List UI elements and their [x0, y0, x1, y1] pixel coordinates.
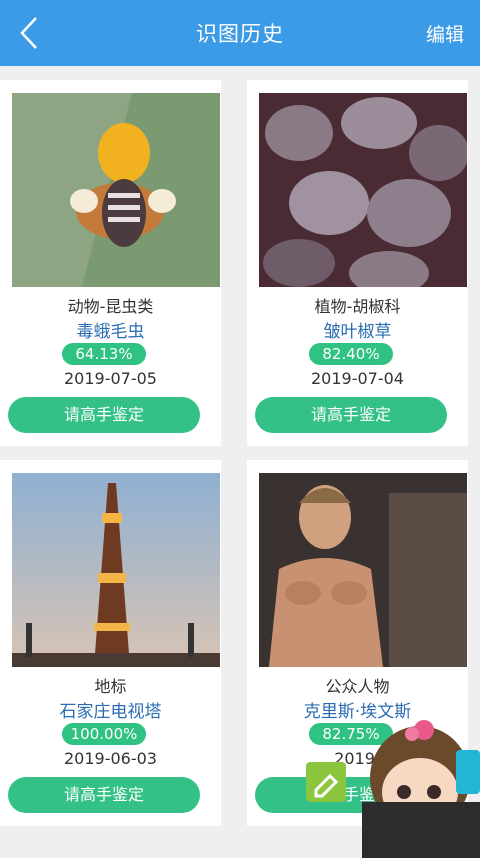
scan-icon[interactable] — [456, 750, 480, 794]
card-category: 植物-胡椒科 — [314, 297, 401, 316]
floating-mascot-widget[interactable] — [300, 710, 480, 858]
request-expert-button[interactable]: 请高手鉴定 — [8, 397, 200, 433]
history-card[interactable]: 地标 石家庄电视塔 100.00% 2019-06-03 请高手鉴定 — [0, 460, 221, 826]
tower-photo — [12, 473, 220, 667]
card-category: 地标 — [94, 677, 127, 696]
history-card[interactable]: 植物-胡椒科 皱叶椒草 82.40% 2019-07-04 请高手鉴定 — [247, 80, 468, 446]
confidence-badge: 100.00% — [62, 723, 146, 745]
card-category: 公众人物 — [325, 677, 390, 696]
plant-photo — [259, 93, 467, 287]
caterpillar-photo — [12, 93, 220, 287]
card-date: 2019-07-04 — [311, 369, 404, 388]
card-species-name[interactable]: 毒蛾毛虫 — [0, 317, 221, 342]
card-category: 动物-昆虫类 — [67, 297, 154, 316]
card-date: 2019-07-05 — [64, 369, 157, 388]
request-expert-button[interactable]: 请高手鉴定 — [8, 777, 200, 813]
person-photo — [259, 473, 467, 667]
card-date: 2019-06-03 — [64, 749, 157, 768]
top-bar: 识图历史 编辑 — [0, 0, 480, 66]
page-title: 识图历史 — [196, 22, 284, 46]
confidence-badge: 82.40% — [309, 343, 393, 365]
card-species-name[interactable]: 石家庄电视塔 — [0, 697, 221, 722]
history-card[interactable]: 动物-昆虫类 毒蛾毛虫 64.13% 2019-07-05 请高手鉴定 — [0, 80, 221, 446]
request-expert-button[interactable]: 请高手鉴定 — [255, 397, 447, 433]
confidence-badge: 64.13% — [62, 343, 146, 365]
edit-button[interactable]: 编辑 — [426, 20, 464, 47]
card-species-name[interactable]: 皱叶椒草 — [247, 317, 468, 342]
